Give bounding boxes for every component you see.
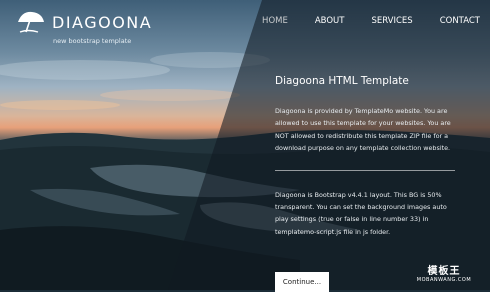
watermark-cn: 模板王: [427, 265, 461, 277]
page-heading: Diagoona HTML Template: [275, 75, 409, 87]
nav-contact[interactable]: CONTACT: [440, 16, 480, 26]
details-paragraph: Diagoona is Bootstrap v4.4.1 layout. Thi…: [275, 190, 447, 236]
watermark-en: MOBANWANG.COM: [416, 276, 472, 283]
beach-umbrella-icon: [18, 11, 44, 33]
nav-home[interactable]: HOME: [262, 16, 288, 26]
main-nav: HOME ABOUT SERVICES CONTACT: [235, 16, 480, 26]
nav-about[interactable]: ABOUT: [315, 16, 345, 26]
content-divider: [275, 169, 455, 171]
main-content: Diagoona HTML Template Diagoona is provi…: [275, 75, 460, 238]
brand-subtitle: new bootstrap template: [53, 37, 132, 45]
intro-paragraph: Diagoona is provided by TemplateMo websi…: [275, 107, 451, 153]
nav-services[interactable]: SERVICES: [371, 16, 412, 26]
site-watermark: 模板王 MOBANWANG.COM: [404, 258, 484, 286]
brand-title: DIAGOONA: [52, 12, 153, 32]
brand[interactable]: DIAGOONA: [16, 10, 152, 34]
continue-button[interactable]: Continue...: [275, 272, 329, 292]
